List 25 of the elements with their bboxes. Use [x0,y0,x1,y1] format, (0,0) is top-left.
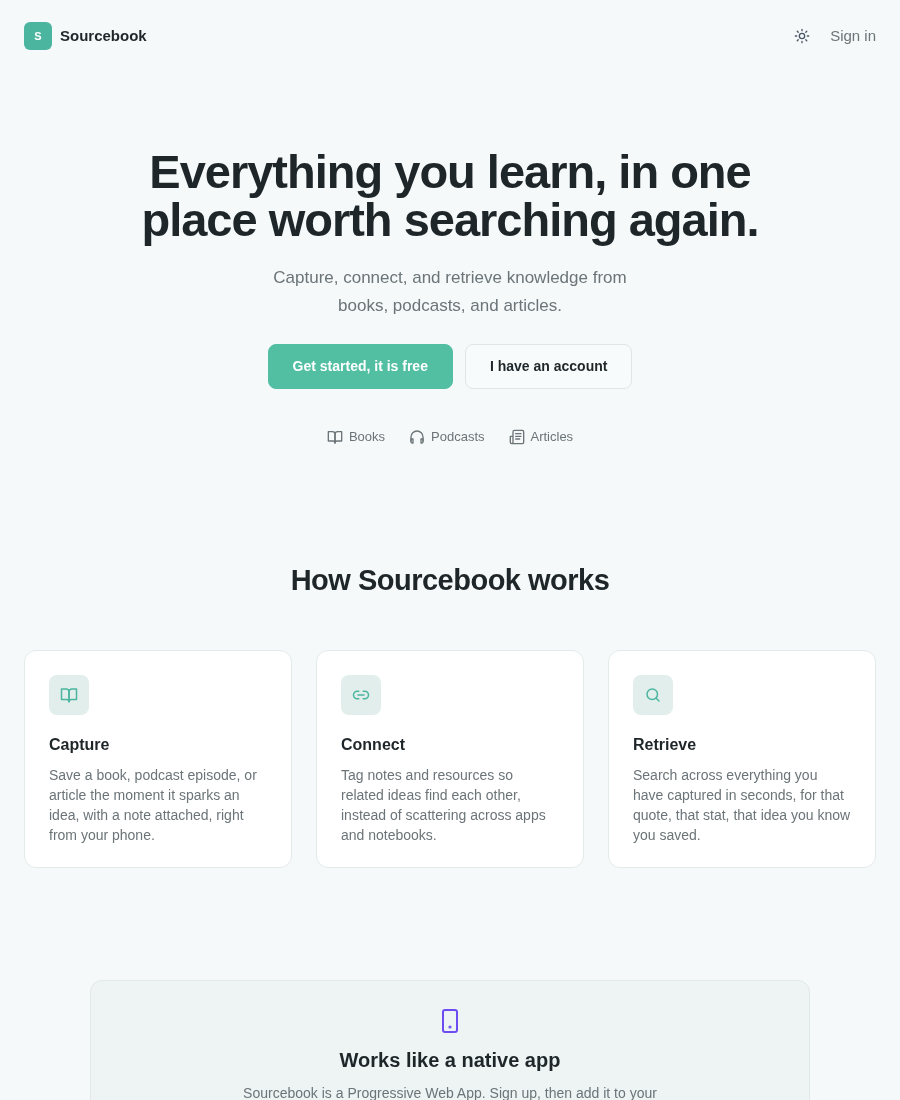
feature-text: Search across everything you have captured in seconds, for that quote, that stat, that idea you know you saved. [633,766,851,845]
newspaper-icon [508,428,525,445]
phone-icon [440,1009,460,1033]
pwa-title: Works like a native app [339,1048,561,1073]
search-icon [644,686,662,704]
source-label: Books [348,428,385,446]
feature-title: Retrieve [633,735,698,755]
feature-text: Tag notes and resources so related ideas find each other, instead of scattering across apps and notebooks. [341,766,547,845]
pwa-text: Sourcebook is a Progressive Web App. Sign up, then add it to your [243,1084,657,1100]
source-label: Podcasts [431,428,485,446]
hero-title: Everything you learn, in one place worth searching again. [140,148,760,244]
sign-in-link[interactable]: Sign in [830,24,876,48]
source-label: Articles [530,428,574,446]
logo-mark[interactable]: S [24,22,52,50]
feature-title: Capture [49,735,111,755]
book-icon [326,428,343,445]
account-button[interactable]: I have an account [464,344,633,389]
hero-subtitle: Capture, connect, and retrieve knowledge from books, podcasts, and articles. [272,267,628,317]
book-icon [60,686,78,704]
feature-text: Save a book, podcast episode, or article the moment it sparks an idea, with a note attached, right from your phone. [49,766,258,845]
feature-title: Connect [341,735,406,755]
section-title: How Sourcebook works [289,562,611,598]
sun-icon[interactable] [794,28,811,44]
headphones-icon [409,428,425,445]
brand-name[interactable]: Sourcebook [60,24,147,48]
